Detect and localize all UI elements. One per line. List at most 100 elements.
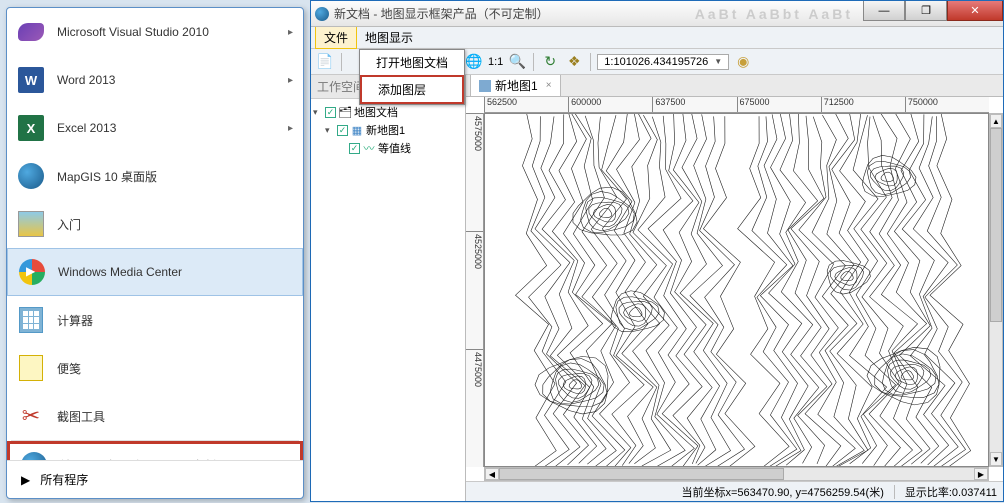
word-icon: W [17,66,45,94]
scroll-up-icon[interactable]: ▲ [990,114,1002,128]
minimize-button[interactable]: — [863,1,905,21]
start-item-2[interactable]: X Excel 2013 ▸ [7,104,303,152]
document-tabs: 新地图1 × [466,75,1003,97]
start-item-label: MapGIS 10 桌面版 [57,168,157,185]
maximize-button[interactable]: ❐ [905,1,947,21]
start-item-1[interactable]: W Word 2013 ▸ [7,56,303,104]
doc-tab-newmap[interactable]: 新地图1 × [470,74,561,96]
chevron-right-icon: ▸ [288,27,293,38]
window-title: 新文档 - 地图显示框架产品（不可定制） [334,5,549,22]
start-item-9[interactable]: 地图显示框架产品（不可定制） [7,441,303,460]
tree-root[interactable]: ▾ ✓ 🗂 地图文档 [313,103,463,121]
excel-icon: X [17,114,45,142]
open-map-doc-item[interactable]: 打开地图文档 [360,50,464,75]
tree-map-label: 新地图1 [366,122,405,138]
ruler-tick: 4575000 [466,113,483,231]
ruler-vertical: 457500045250004475000 [466,113,484,467]
start-item-label: Microsoft Visual Studio 2010 [57,25,209,39]
chevron-right-icon: ▸ [288,75,293,86]
scroll-down-icon[interactable]: ▼ [990,452,1002,466]
chevron-down-icon: ▼ [714,57,722,66]
map-icon [479,80,491,92]
start-item-6[interactable]: 计算器 [7,296,303,344]
refresh-button[interactable]: ↻ [540,52,560,72]
contour-icon: 〰 [362,142,376,154]
start-item-4[interactable]: 入门 [7,200,303,248]
collapse-icon[interactable]: ▾ [325,125,335,136]
start-menu: Microsoft Visual Studio 2010 ▸ W Word 2013 ▸… [6,7,304,499]
zoom-world-button[interactable]: 🌐 [464,52,484,72]
tree-layer-label: 等值线 [378,140,411,156]
checkbox-icon[interactable]: ✓ [349,143,360,154]
chevron-right-icon: ▸ [288,123,293,134]
ruler-tick: 600000 [568,97,652,112]
ruler-tick: 637500 [652,97,736,112]
start-item-3[interactable]: MapGIS 10 桌面版 [7,152,303,200]
all-programs[interactable]: ▶ 所有程序 [7,460,303,498]
separator [590,53,591,71]
menu-file[interactable]: 文件 [315,26,357,49]
checkbox-icon[interactable]: ✓ [337,125,348,136]
start-item-label: Windows Media Center [58,265,182,279]
scroll-thumb[interactable] [990,128,1002,322]
map-canvas[interactable] [484,113,989,467]
separator [341,53,342,71]
globe-icon [17,162,45,190]
start-item-5[interactable]: Windows Media Center [7,248,303,296]
start-item-label: 入门 [57,216,81,233]
globe-icon [20,451,48,460]
checkbox-icon[interactable]: ✓ [325,107,336,118]
ruler-tick: 562500 [484,97,568,112]
intro-icon [17,210,45,238]
map-pane: 新地图1 × 562500600000637500675000712500750… [466,75,1003,501]
close-tab-icon[interactable]: × [546,80,552,91]
close-button[interactable]: ✕ [947,1,1003,21]
tree-root-label: 地图文档 [354,104,398,120]
horizontal-scrollbar[interactable]: ◀ ▶ [484,467,989,481]
open-file-button[interactable]: 📄 [315,52,335,72]
ruler-tick: 675000 [737,97,821,112]
start-item-8[interactable]: ✂ 截图工具 [7,392,303,440]
layer-tree: ▾ ✓ 🗂 地图文档 ▾ ✓ ▦ 新地图1 ✓ 〰 等值线 [311,99,465,501]
start-item-7[interactable]: 便笺 [7,344,303,392]
contour-lines [485,114,988,466]
layers-button[interactable]: ❖ [564,52,584,72]
start-item-label: Word 2013 [57,73,115,87]
separator [894,485,895,499]
map-area: 562500600000637500675000712500750000 457… [466,97,1003,501]
all-programs-label: 所有程序 [40,471,88,488]
ruler-tick: 4475000 [466,349,483,467]
gis-app-window: 新文档 - 地图显示框架产品（不可定制） AaBt AaBbt AaBt — ❐… [310,0,1004,502]
ruler-tick: 750000 [905,97,989,112]
vertical-scrollbar[interactable]: ▲ ▼ [989,113,1003,467]
status-scale: 显示比率:0.037411 [905,484,997,500]
add-layer-item[interactable]: 添加图层 [360,75,464,104]
scroll-left-icon[interactable]: ◀ [485,468,499,480]
start-item-label: 计算器 [57,312,93,329]
title-bar: 新文档 - 地图显示框架产品（不可定制） AaBt AaBbt AaBt — ❐… [311,1,1003,27]
zoom-button[interactable]: 🔍 [507,52,527,72]
menu-view[interactable]: 地图显示 [357,27,421,48]
scroll-thumb[interactable] [499,468,784,480]
start-item-label: Excel 2013 [57,121,116,135]
separator [533,53,534,71]
file-dropdown: 打开地图文档 添加图层 [359,49,465,105]
scissors-icon: ✂ [17,402,45,430]
scale-dropdown[interactable]: 1:101026.434195726 ▼ [597,54,729,70]
start-item-0[interactable]: Microsoft Visual Studio 2010 ▸ [7,8,303,56]
workspace-pane: 工作空间 ▾ ✓ 🗂 地图文档 ▾ ✓ ▦ 新地图1 ✓ 〰 [311,75,466,501]
apply-scale-button[interactable]: ◉ [733,52,753,72]
tree-map[interactable]: ▾ ✓ ▦ 新地图1 [313,121,463,139]
collapse-icon[interactable]: ▾ [313,107,323,118]
start-item-label: 便笺 [57,360,81,377]
tree-layer[interactable]: ✓ 〰 等值线 [313,139,463,157]
scroll-right-icon[interactable]: ▶ [974,468,988,480]
ruler-horizontal: 562500600000637500675000712500750000 [484,97,989,113]
start-item-label: 截图工具 [57,408,105,425]
ruler-tick: 4525000 [466,231,483,349]
ruler-tick: 712500 [821,97,905,112]
status-coords: 当前坐标x=563470.90, y=4756259.54(米) [681,484,883,500]
ghost-styles-text: AaBt AaBbt AaBt [695,6,853,22]
vs-icon [17,18,45,46]
scale-value: 1:101026.434195726 [604,56,708,68]
